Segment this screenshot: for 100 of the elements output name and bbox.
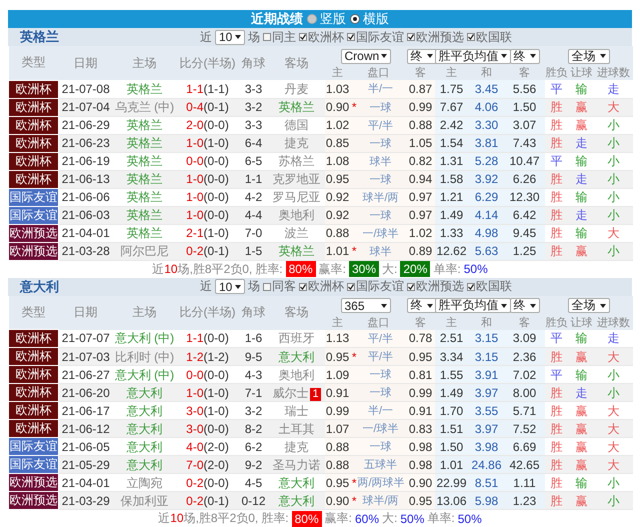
team-name: 奥地利 [278, 208, 314, 222]
filter-checkbox[interactable]: 国际友谊 [347, 278, 404, 295]
stat-label: 赢率: [324, 510, 352, 527]
table-cell: 1.54 [434, 134, 468, 152]
match-count-select[interactable]: 10 [215, 279, 245, 294]
score-cell: 0-2(0-1) [176, 242, 238, 260]
team-cell: 乌克兰 (中) [112, 98, 176, 116]
column-header: 比分(半场) [176, 296, 238, 330]
odds-select[interactable]: 终 [406, 48, 436, 64]
column-header: 客 [406, 316, 434, 330]
table-cell: 1.75 [434, 80, 468, 98]
table-cell: 5.71 [504, 402, 544, 420]
odds-select[interactable]: 终 [510, 298, 540, 313]
column-header: 角球 [238, 296, 268, 330]
rate-value: 50% [458, 512, 482, 526]
score-cell: 2-1(1-0) [176, 224, 238, 242]
check-icon [468, 34, 474, 40]
rate-value: 60% [355, 512, 380, 526]
team-cell: 英格兰 [112, 170, 176, 188]
stat-label: 大: [382, 510, 398, 527]
result-cell: 小 [594, 116, 632, 134]
table-cell: 22.99 [434, 474, 468, 492]
filter-checkbox[interactable]: 欧国联 [467, 28, 512, 46]
table-cell: 0.95 [324, 170, 350, 188]
table-cell: 12.30 [504, 188, 544, 206]
column-header: 日期 [58, 46, 112, 80]
table-cell: 2.51 [434, 330, 468, 348]
filter-checkbox[interactable]: 欧洲预选 [407, 278, 464, 295]
odds-select[interactable]: 全场 [568, 48, 610, 64]
table-cell: 0.95 [406, 492, 434, 510]
table-cell: 0.82 [406, 152, 434, 170]
table-cell: 1.23 [504, 492, 544, 510]
handicap-cell: 一球 [350, 384, 406, 402]
table-cell: 7-0 [238, 224, 268, 242]
section-title: 近期战绩 [251, 10, 303, 28]
column-header: 进球数 [594, 316, 632, 330]
competition-tag: 欧洲杯 [8, 348, 58, 366]
table-cell: 3.92 [468, 170, 504, 188]
table-cell: 1.49 [434, 384, 468, 402]
result-cell: 胜 [544, 170, 568, 188]
competition-tag: 欧洲杯 [8, 366, 58, 384]
check-icon [468, 284, 474, 290]
table-cell: 6-5 [238, 152, 268, 170]
table-cell: 0.88 [324, 224, 350, 242]
match-count-select[interactable]: 10 [215, 30, 245, 44]
column-header: 主 [434, 316, 468, 330]
result-cell: 小 [594, 188, 632, 206]
odds-select[interactable]: Crown [340, 48, 390, 64]
filter-checkbox[interactable]: 欧洲预选 [407, 28, 464, 46]
column-header: 和 [468, 66, 504, 80]
table-cell: 1.03 [324, 80, 350, 98]
score-cell: 1-0(0-0) [176, 206, 238, 224]
label: 场 [248, 28, 260, 46]
filter-checkbox[interactable]: 同客 [263, 278, 296, 295]
result-cell: 胜 [544, 188, 568, 206]
table-cell: 2.42 [434, 116, 468, 134]
odds-select[interactable]: 全场 [568, 298, 610, 313]
handicap-cell: 一球 [350, 366, 406, 384]
filter-checkbox[interactable]: 欧国联 [467, 278, 512, 295]
team-name: 德国 [284, 118, 308, 132]
result-cell: 小 [594, 152, 632, 170]
stat-label: 单率: [433, 260, 461, 278]
result-cell: 大 [594, 98, 632, 116]
table-cell: 0.92 [324, 206, 350, 224]
odds-select[interactable]: 胜平负均值 [434, 48, 510, 64]
handicap-cell: 半/一 [350, 80, 406, 98]
odds-select[interactable]: 胜平负均值 [434, 298, 510, 313]
rate-badge: 20% [400, 261, 430, 277]
table-cell: 0.89 [406, 242, 434, 260]
team-cell: 英格兰 [112, 188, 176, 206]
score-cell: 1-1(1-1) [176, 80, 238, 98]
table-cell: 1.05 [406, 134, 434, 152]
team-name: 波兰 [284, 226, 308, 240]
team-name: 奥地利 [278, 368, 314, 382]
odds-select[interactable]: 365 [340, 298, 390, 313]
filter-checkbox[interactable]: 国际友谊 [347, 28, 404, 46]
handicap-cell: 一球 [350, 206, 406, 224]
table-cell: 3.45 [468, 80, 504, 98]
team-name: 英格兰 [278, 244, 314, 258]
table-cell: 0.81 [406, 366, 434, 384]
odds-select[interactable]: 终 [510, 48, 540, 64]
table-cell: 24.86 [468, 456, 504, 474]
score-cell: 1-0(0-0) [176, 188, 238, 206]
competition-tag: 欧洲预选 [8, 242, 58, 260]
filter-checkbox[interactable]: 欧洲杯 [299, 278, 344, 295]
competition-tag: 欧洲杯 [8, 116, 58, 134]
table-cell: 3.91 [468, 366, 504, 384]
table-cell: 5.56 [504, 80, 544, 98]
handicap-cell: 球半 [350, 152, 406, 170]
table-cell: 0.98 [406, 456, 434, 474]
odds-select[interactable]: 终 [406, 298, 436, 313]
result-cell: 输 [568, 80, 594, 98]
table-cell: 0.99 [406, 384, 434, 402]
summary-text: 近10场,胜8平2负0, [158, 510, 258, 527]
filter-checkbox[interactable]: 欧洲杯 [299, 28, 344, 46]
result-cell: 赢 [568, 242, 594, 260]
table-cell: 0.94 [406, 170, 434, 188]
filter-checkbox[interactable]: 同主 [263, 28, 296, 46]
team-cell: 英格兰 [112, 152, 176, 170]
table-cell: 0.78 [406, 330, 434, 348]
